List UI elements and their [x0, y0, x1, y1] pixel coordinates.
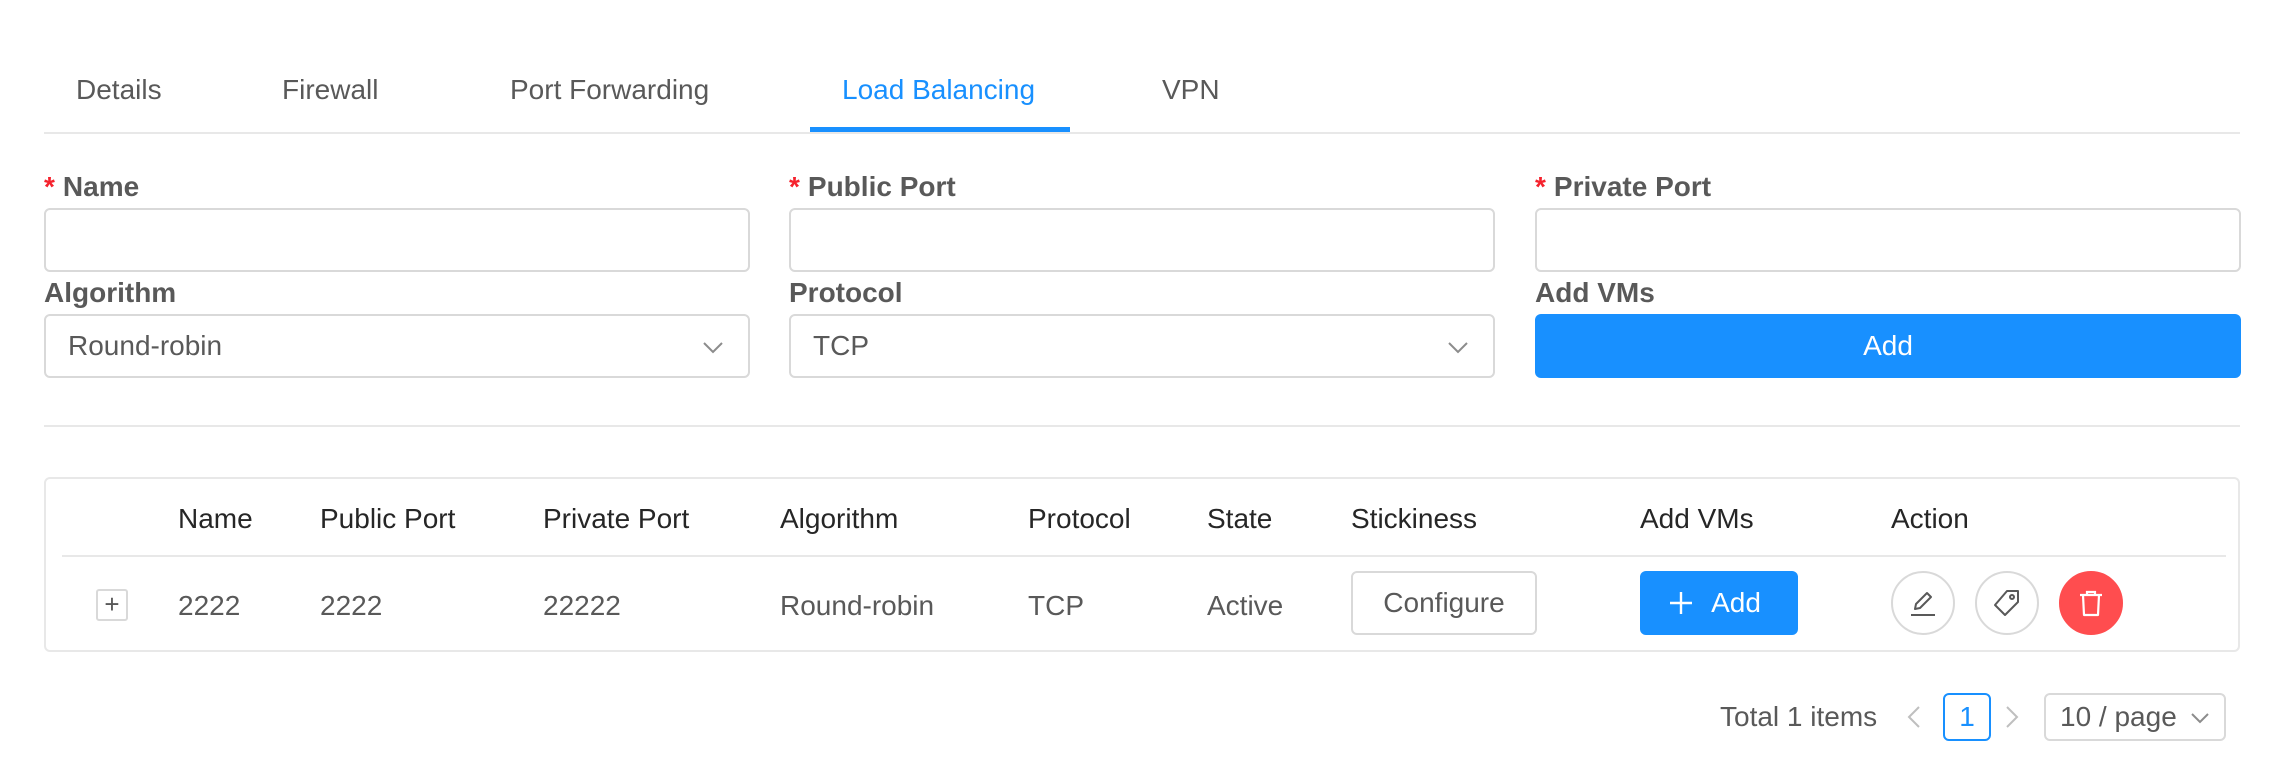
protocol-selected-value: TCP	[813, 330, 869, 361]
pagination-page-1[interactable]: 1	[1943, 693, 1991, 741]
name-label: * Name	[44, 171, 140, 202]
column-header-action[interactable]: Action	[1891, 479, 1969, 555]
tab-port-forwarding[interactable]: Port Forwarding	[478, 44, 741, 134]
pagination-next-icon[interactable]	[2000, 702, 2024, 732]
edit-icon	[1911, 592, 1935, 616]
column-header-state[interactable]: State	[1207, 479, 1272, 555]
algorithm-select[interactable]: Round-robin	[44, 314, 750, 378]
public-port-input[interactable]	[789, 208, 1495, 272]
tab-vpn[interactable]: VPN	[1130, 44, 1252, 134]
load-balancing-table: Name Public Port Private Port Algorithm …	[44, 477, 2240, 652]
pagination-total: Total 1 items	[1720, 701, 1878, 732]
tab-details[interactable]: Details	[44, 44, 194, 134]
add-vms-button[interactable]: Add	[1535, 314, 2241, 378]
protocol-label: Protocol	[789, 277, 903, 308]
cell-algorithm: Round-robin	[780, 590, 935, 621]
delete-button[interactable]	[2059, 571, 2123, 635]
cell-name: 2222	[178, 590, 241, 621]
tag-button[interactable]	[1975, 571, 2039, 635]
required-mark: *	[789, 171, 800, 202]
column-header-name[interactable]: Name	[178, 479, 253, 555]
required-mark: *	[44, 171, 55, 202]
algorithm-selected-value: Round-robin	[68, 330, 223, 361]
configure-stickiness-button[interactable]: Configure	[1351, 571, 1537, 635]
column-header-algorithm[interactable]: Algorithm	[780, 479, 898, 555]
protocol-select[interactable]: TCP	[789, 314, 1495, 378]
required-mark: *	[1535, 171, 1546, 202]
chevron-down-icon	[2191, 713, 2209, 724]
algorithm-label: Algorithm	[44, 277, 177, 308]
row-add-vms-button[interactable]: Add	[1640, 571, 1798, 635]
cell-protocol: TCP	[1028, 590, 1084, 621]
pagination-prev-icon[interactable]	[1902, 702, 1926, 732]
cell-private-port: 22222	[543, 590, 621, 621]
name-input[interactable]	[44, 208, 750, 272]
tab-firewall[interactable]: Firewall	[250, 44, 410, 134]
cell-public-port: 2222	[320, 590, 383, 621]
edit-button[interactable]	[1891, 571, 1955, 635]
row-expand-button[interactable]: +	[96, 589, 128, 621]
public-port-label: * Public Port	[789, 171, 956, 202]
section-divider	[44, 425, 2240, 427]
page-size-value: 10 / page	[2060, 701, 2177, 732]
page-size-select[interactable]: 10 / page	[2044, 693, 2226, 741]
plus-icon	[1670, 592, 1692, 614]
delete-icon	[2080, 590, 2102, 617]
table-header-divider	[62, 555, 2226, 557]
tab-load-balancing[interactable]: Load Balancing	[810, 44, 1067, 134]
column-header-public-port[interactable]: Public Port	[320, 479, 455, 555]
add-vms-label: Add VMs	[1535, 277, 1655, 308]
private-port-input[interactable]	[1535, 208, 2241, 272]
column-header-protocol[interactable]: Protocol	[1028, 479, 1131, 555]
tab-bar: Details Firewall Port Forwarding Load Ba…	[44, 44, 2240, 134]
private-port-label: * Private Port	[1535, 171, 1712, 202]
chevron-down-icon	[703, 342, 723, 354]
column-header-private-port[interactable]: Private Port	[543, 479, 689, 555]
active-tab-indicator	[810, 127, 1070, 132]
column-header-stickiness[interactable]: Stickiness	[1351, 479, 1477, 555]
tag-icon	[1994, 590, 2019, 616]
chevron-down-icon	[1448, 342, 1468, 354]
column-header-add-vms[interactable]: Add VMs	[1640, 479, 1754, 555]
cell-state: Active	[1207, 590, 1284, 621]
row-add-vms-label: Add	[1711, 587, 1761, 618]
